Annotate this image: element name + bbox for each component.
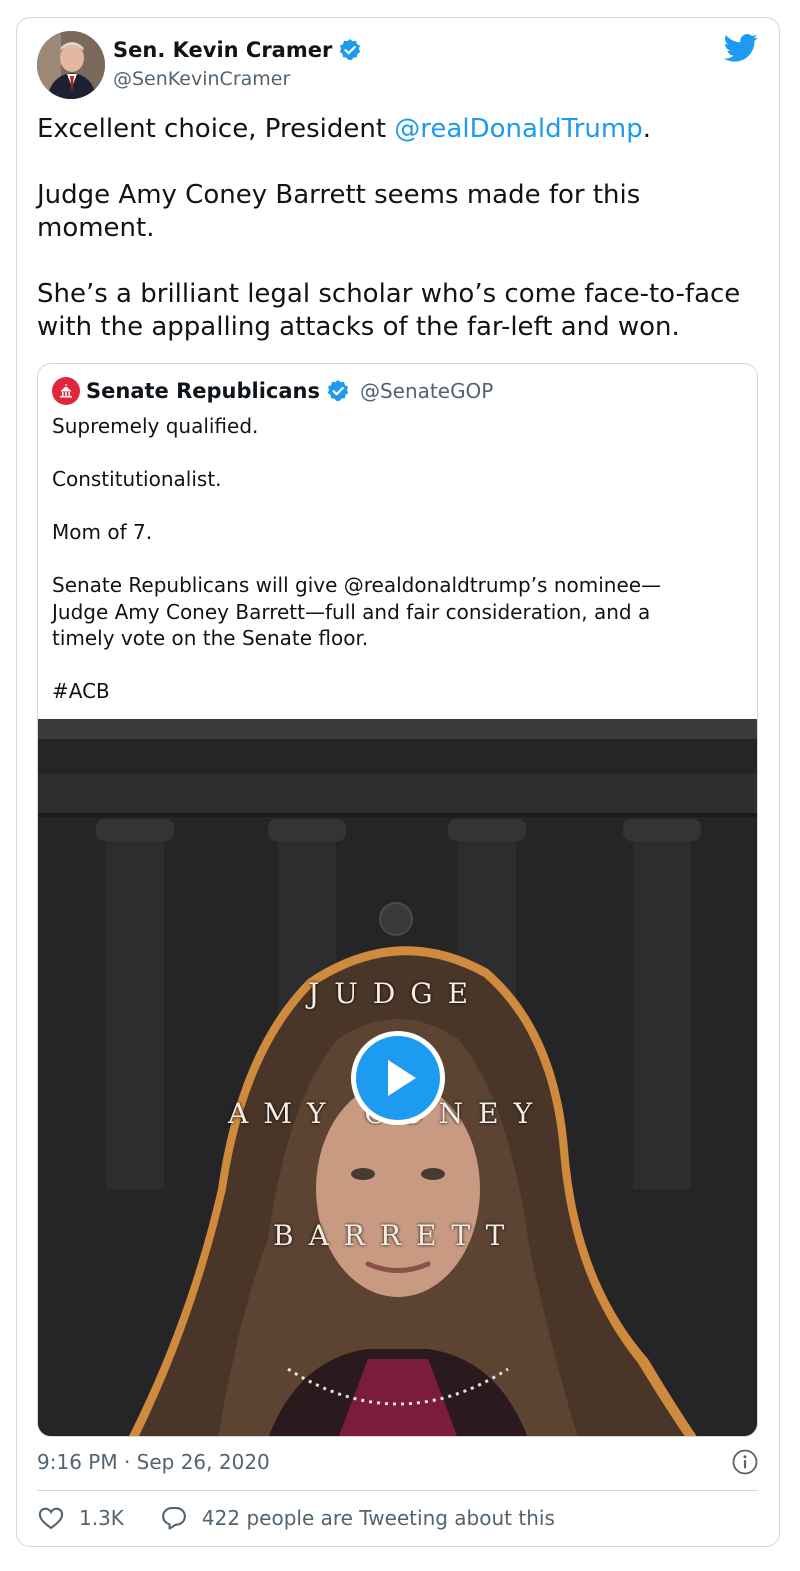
like-count: 1.3K — [79, 1506, 124, 1530]
tweet-paragraph-2: Judge Amy Coney Barrett seems made for t… — [37, 180, 641, 243]
verified-badge-icon — [327, 380, 349, 402]
video-player[interactable]: JUDGE AMY CONEY BARRETT — [38, 719, 757, 1436]
capitol-icon — [52, 377, 80, 405]
tweet-body: Excellent choice, President @realDonaldT… — [37, 113, 767, 344]
video-overlay-judge: JUDGE — [308, 977, 484, 1010]
quoted-header: Senate Republicans @SenateGOP — [52, 377, 493, 405]
quoted-author-name[interactable]: Senate Republicans — [86, 379, 320, 403]
tweet-line1-text: Excellent choice, President — [37, 114, 395, 144]
twitter-bird-icon[interactable] — [724, 33, 758, 63]
tweeting-about-text: 422 people are Tweeting about this — [201, 1506, 555, 1530]
video-overlay-barrett: BARRETT — [273, 1219, 520, 1252]
info-icon[interactable] — [732, 1449, 758, 1475]
author-avatar[interactable] — [37, 31, 105, 99]
quoted-author-handle[interactable]: @SenateGOP — [360, 379, 493, 403]
heart-icon — [38, 1507, 64, 1530]
like-button[interactable]: 1.3K — [37, 1504, 124, 1532]
tweet-line1-end: . — [642, 114, 651, 144]
tweet-paragraph-3: She’s a brilliant legal scholar who’s co… — [37, 279, 741, 342]
quoted-tweet-text: Supremely qualified. Constitutionalist. … — [52, 414, 662, 703]
author-name[interactable]: Sen. Kevin Cramer — [113, 38, 332, 62]
mention-link[interactable]: @realDonaldTrump — [394, 114, 642, 144]
action-bar: 1.3K 422 people are Tweeting about this — [37, 1504, 591, 1532]
tweet-timestamp[interactable]: 9:16 PM · Sep 26, 2020 — [37, 1450, 270, 1474]
quoted-tweet[interactable]: Senate Republicans @SenateGOP Supremely … — [37, 363, 758, 1437]
play-icon — [388, 1060, 416, 1096]
divider — [37, 1490, 758, 1491]
verified-badge-icon — [340, 39, 361, 61]
reply-bubble-icon — [162, 1507, 186, 1530]
reply-button[interactable]: 422 people are Tweeting about this — [160, 1504, 555, 1532]
author-name-row: Sen. Kevin Cramer — [113, 38, 362, 62]
play-button[interactable] — [351, 1031, 445, 1125]
author-handle[interactable]: @SenKevinCramer — [113, 68, 290, 90]
